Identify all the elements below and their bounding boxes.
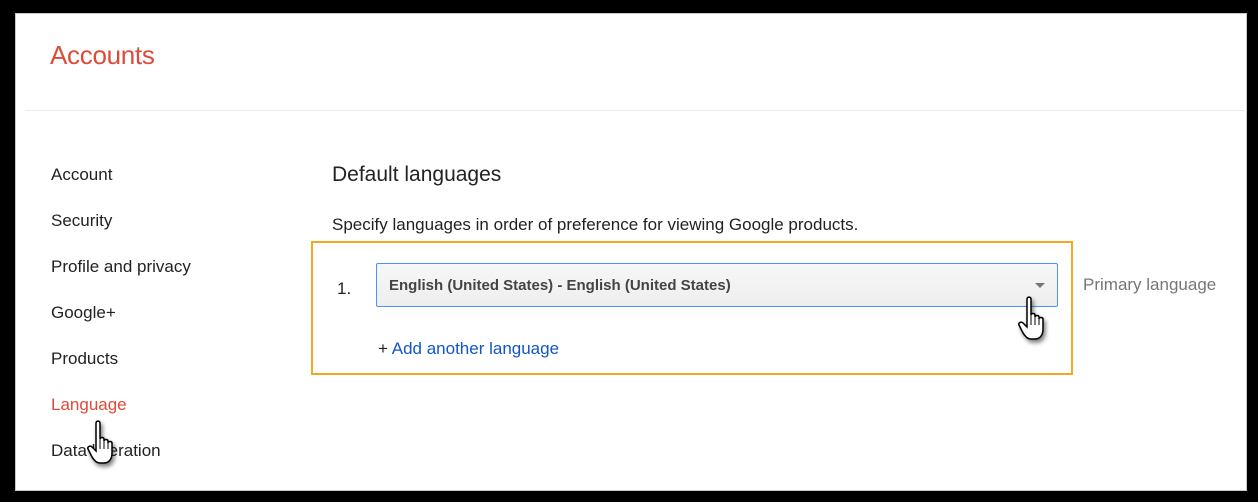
add-language-row: + Add another language [378,339,559,359]
page-title: Accounts [50,40,155,70]
section-description: Specify languages in order of preference… [332,215,859,234]
app-window: Accounts Account Security Profile and pr… [12,10,1250,494]
sidebar-item-products[interactable]: Products [51,349,191,395]
add-language-link[interactable]: Add another language [392,339,559,358]
sidebar-item-security[interactable]: Security [51,211,191,257]
section-title: Default languages [332,163,502,186]
dropdown-caret-icon [1035,283,1045,288]
language-index: 1. [337,279,352,298]
sidebar-item-account[interactable]: Account [51,165,191,211]
main-content: Default languages Specify languages in o… [332,163,858,234]
header-divider [25,110,1247,111]
sidebar-item-google-plus[interactable]: Google+ [51,303,191,349]
language-select[interactable]: English (United States) - English (Unite… [376,263,1058,307]
hand-pointer-cursor-icon [87,420,113,464]
primary-language-label: Primary language [1083,275,1217,294]
add-prefix: + [378,339,388,358]
sidebar-item-profile-and-privacy[interactable]: Profile and privacy [51,257,191,303]
hand-pointer-cursor-icon [1018,296,1044,340]
language-select-value: English (United States) - English (Unite… [389,277,731,294]
